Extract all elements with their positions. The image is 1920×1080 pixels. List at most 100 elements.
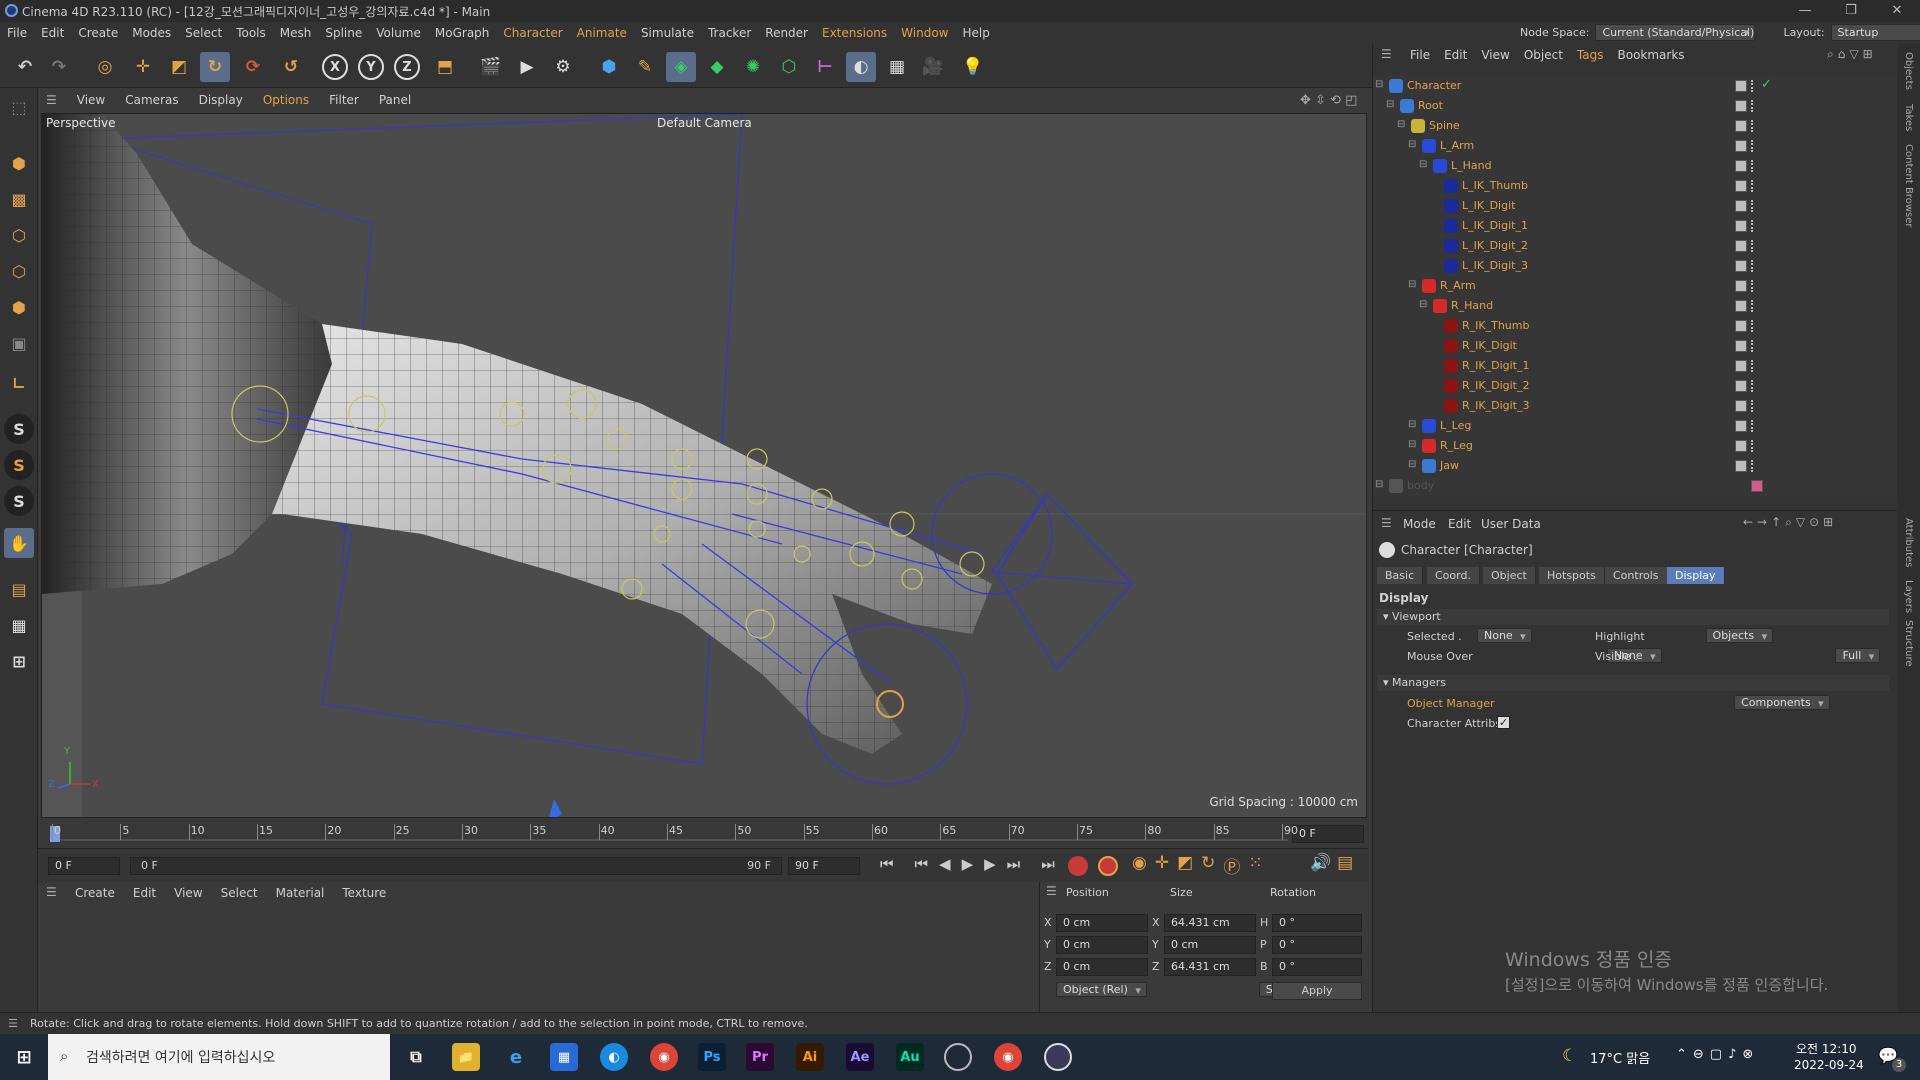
hamburger-icon[interactable]: ☰ [1381,516,1392,530]
key-rotation-icon[interactable]: ↻ [1201,853,1215,878]
expand-toggle-icon[interactable]: ⊟ [1408,279,1416,290]
key-scale-icon[interactable]: ◩ [1177,853,1193,878]
object-tree-row[interactable]: ⊟ L_Leg [1373,416,1898,436]
object-name[interactable]: R_IK_Digit [1462,339,1517,352]
viewport-group-header[interactable]: ▾ Viewport [1377,609,1889,625]
photoshop-icon[interactable]: Ps [698,1043,726,1071]
menu-animate[interactable]: Animate [570,26,634,40]
menu-spline[interactable]: Spline [318,26,369,40]
play-icon[interactable]: ▶ [962,855,974,873]
hamburger-icon[interactable]: ☰ [1381,47,1392,61]
deformer-icon[interactable]: ⊢ [810,52,840,82]
menu-file[interactable]: File [0,26,34,40]
visibility-toggle-icon[interactable] [1735,300,1747,312]
render-dots-icon[interactable] [1751,400,1755,412]
object-name[interactable]: L_IK_Digit [1462,199,1515,212]
attr-menu-mode[interactable]: Mode [1403,517,1436,531]
object-tree-row[interactable]: R_IK_Thumb [1373,316,1898,336]
start-frame-field[interactable]: 0 F [48,857,120,875]
expand-toggle-icon[interactable]: ⊟ [1408,419,1416,430]
menu-tools[interactable]: Tools [229,26,273,40]
node-space-dropdown[interactable]: Current (Standard/Physical) [1595,24,1756,41]
menu-character[interactable]: Character [496,26,569,40]
render-dots-icon[interactable] [1751,160,1755,172]
snap-settings-icon[interactable]: S [4,450,34,480]
uv-mode-icon[interactable]: ▣ [4,328,34,358]
material-menu-material[interactable]: Material [267,886,334,900]
cinema4d-active-icon[interactable] [1044,1043,1072,1071]
visibility-toggle-icon[interactable] [1735,340,1747,352]
taskbar-search-box[interactable]: ⌕ 검색하려면 여기에 입력하십시오 [48,1034,390,1080]
render-dots-icon[interactable] [1751,220,1755,232]
system-tray-icons[interactable]: ⌃⊖▢♪⊗ [1676,1047,1759,1062]
file-explorer-icon[interactable]: 📁 [452,1043,480,1071]
visibility-toggle-icon[interactable] [1735,180,1747,192]
autokey-icon[interactable] [1098,856,1118,876]
object-tree-row[interactable]: L_IK_Digit_3 [1373,256,1898,276]
model-mode-icon[interactable]: ⬢ [4,148,34,178]
object-name[interactable]: R_IK_Digit_1 [1462,359,1529,372]
render-dots-icon[interactable] [1751,380,1755,392]
material-menu-create[interactable]: Create [66,886,124,900]
clock-date[interactable]: 2022-09-24 [1794,1058,1864,1072]
render-dots-icon[interactable] [1751,360,1755,372]
edge-icon[interactable]: ◐ [600,1043,628,1071]
visibility-toggle-icon[interactable] [1735,260,1747,272]
pos-z-field[interactable]: 0 cm [1056,958,1148,976]
visibility-toggle-icon[interactable] [1735,460,1747,472]
key-position-icon[interactable]: ✛ [1155,853,1169,878]
visibility-toggle-icon[interactable] [1735,220,1747,232]
side-tab-content-browser[interactable]: Content Browser [1903,144,1914,227]
side-tab-attributes[interactable]: Attributes [1903,518,1914,567]
preview-range-slider[interactable]: 0 F 90 F [130,857,782,875]
next-key-icon[interactable]: ⏭ [1007,855,1021,873]
menu-modes[interactable]: Modes [125,26,178,40]
visibility-toggle-icon[interactable] [1735,160,1747,172]
polygons-mode-icon[interactable]: ⬢ [4,292,34,322]
end-frame-field[interactable]: 90 F [788,857,860,875]
object-name[interactable]: R_IK_Digit_3 [1462,399,1529,412]
pen-spline-icon[interactable]: ✎ [630,52,660,82]
grid-plane-icon[interactable]: ▦ [4,610,34,640]
clock-time[interactable]: 오전 12:10 [1796,1040,1856,1057]
next-frame-icon[interactable]: ▶ [984,855,996,873]
visibility-toggle-icon[interactable] [1735,280,1747,292]
menu-simulate[interactable]: Simulate [634,26,701,40]
premiere-icon[interactable]: Pr [746,1043,774,1071]
illustrator-icon[interactable]: Ai [796,1043,824,1071]
light-icon[interactable]: 💡 [958,52,988,82]
menu-select[interactable]: Select [178,26,229,40]
mograph-icon[interactable]: ⬡ [774,52,804,82]
object-name[interactable]: Root [1418,99,1443,112]
viewport-menu-display[interactable]: Display [189,93,253,107]
3d-viewport[interactable]: Y Z X Perspective Default Camera Grid Sp… [41,113,1367,818]
pos-y-field[interactable]: 0 cm [1056,936,1148,954]
render-dots-icon[interactable] [1751,320,1755,332]
expand-toggle-icon[interactable]: ⊟ [1408,439,1416,450]
object-name[interactable]: R_IK_Digit_2 [1462,379,1529,392]
attr-menu-edit[interactable]: Edit [1448,517,1471,531]
close-button[interactable]: ✕ [1874,0,1920,22]
visibility-toggle-icon[interactable] [1735,100,1747,112]
after-effects-icon[interactable]: Ae [846,1043,874,1071]
viewport-menu-filter[interactable]: Filter [319,93,369,107]
audition-icon[interactable]: Au [896,1043,924,1071]
rot-b-field[interactable]: 0 ° [1272,958,1362,976]
side-tab-takes[interactable]: Takes [1903,104,1914,131]
texture-mode-icon[interactable]: ▩ [4,184,34,214]
sound-icon[interactable]: 🔊 [1310,853,1331,873]
material-menu-edit[interactable]: Edit [124,886,165,900]
viewport-nav-icons[interactable]: ✥ ⇳ ⟲ ◰ [1290,93,1367,108]
side-tab-layers[interactable]: Layers [1903,580,1914,613]
visibility-toggle-icon[interactable] [1735,120,1747,132]
tab-coord[interactable]: Coord. [1427,567,1480,584]
selected-dropdown[interactable]: None [1477,628,1532,643]
workplane-icon[interactable]: ▤ [4,574,34,604]
layout-dropdown[interactable]: Startup [1830,24,1920,41]
object-tree-row[interactable]: ⊟ Jaw [1373,456,1898,476]
quantize-icon[interactable]: S [4,486,34,516]
attribute-nav-icons[interactable]: ←→↑⌕▽⊙⊞ [1743,515,1837,530]
y-axis-lock-icon[interactable]: Y [358,54,384,80]
render-dots-icon[interactable] [1751,420,1755,432]
menu-create[interactable]: Create [71,26,125,40]
